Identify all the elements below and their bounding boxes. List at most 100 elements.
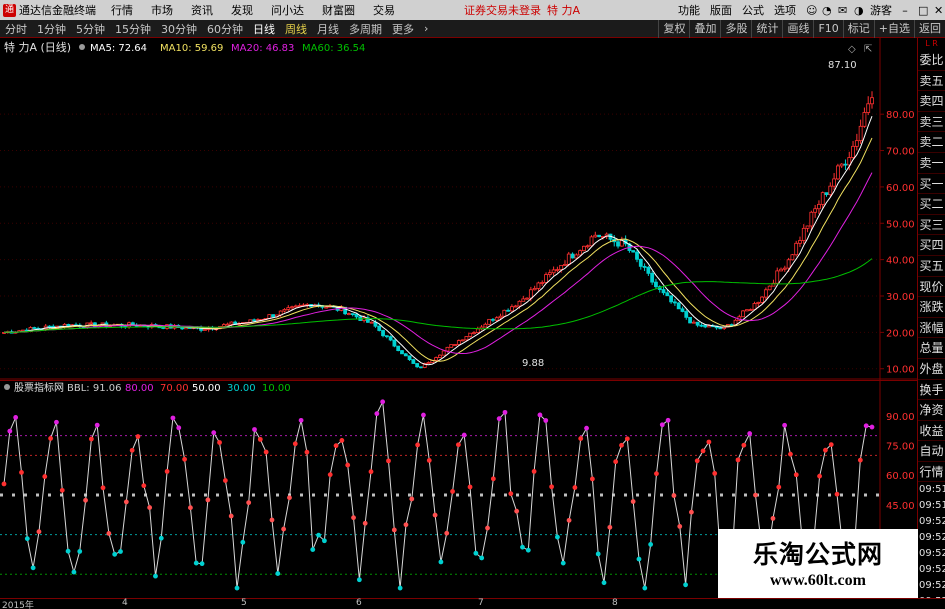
login-status[interactable]: 证券交易未登录 <box>464 2 541 18</box>
date-label: 6 <box>356 598 362 608</box>
panel-field[interactable]: 卖二 <box>918 132 945 153</box>
menu-wealth[interactable]: 财富圈 <box>313 2 364 18</box>
multi-stock-button[interactable]: 多股 <box>720 19 751 38</box>
candle-body <box>551 269 556 274</box>
overlay-button[interactable]: 叠加 <box>689 19 720 38</box>
panel-field[interactable]: 买三 <box>918 215 945 236</box>
close-icon[interactable]: ✕ <box>929 4 945 17</box>
panel-field[interactable]: 涨幅 <box>918 318 945 339</box>
tab-5min[interactable]: 5分钟 <box>71 21 110 37</box>
tab-60min[interactable]: 60分钟 <box>202 21 248 37</box>
skin-icon[interactable]: ◑ <box>849 4 865 17</box>
panel-field[interactable]: 卖五 <box>918 71 945 92</box>
tab-more[interactable]: 更多 <box>387 21 419 37</box>
panel-lr-toggle[interactable]: L R <box>918 38 945 50</box>
guest-label[interactable]: 游客 <box>865 2 897 18</box>
panel-field[interactable]: 净资 <box>918 400 945 421</box>
trade-time: 09:51 <box>919 484 945 496</box>
bbl-marker <box>36 529 42 535</box>
panel-field[interactable]: 卖三 <box>918 112 945 133</box>
tab-multi-period[interactable]: 多周期 <box>344 21 387 37</box>
tab-15min[interactable]: 15分钟 <box>110 21 156 37</box>
minimize-icon[interactable]: – <box>897 4 913 17</box>
candle-body <box>832 178 836 187</box>
tab-weekly[interactable]: 周线 <box>280 21 312 37</box>
bbl-marker <box>566 517 572 523</box>
candlestick-chart[interactable]: 80.00 70.00 60.00 50.00 40.00 30.00 20.00 10.00… <box>0 38 917 380</box>
menu-functions[interactable]: 功能 <box>673 2 705 18</box>
bbl-marker <box>706 439 712 445</box>
panel-field[interactable]: 外盘 <box>918 359 945 380</box>
back-button[interactable]: 返回 <box>914 19 945 38</box>
menu-market[interactable]: 市场 <box>142 2 182 18</box>
menu-layout[interactable]: 版面 <box>705 2 737 18</box>
panel-field[interactable]: 行情 <box>918 462 945 483</box>
bbl-marker <box>298 417 304 423</box>
candle-body <box>786 259 791 269</box>
mark-button[interactable]: 标记 <box>842 19 874 38</box>
panel-field[interactable]: 自动 <box>918 441 945 462</box>
stats-button[interactable]: 统计 <box>751 19 782 38</box>
mail-icon[interactable]: ✉ <box>833 4 849 17</box>
bbl-marker <box>624 436 630 442</box>
candle-body <box>229 321 234 325</box>
panel-field[interactable]: 卖四 <box>918 91 945 112</box>
menu-formula[interactable]: 公式 <box>737 2 769 18</box>
panel-field[interactable]: 委比 <box>918 50 945 71</box>
panel-field[interactable]: 总量 <box>918 338 945 359</box>
panel-field[interactable]: 收益 <box>918 421 945 442</box>
candle-body <box>820 192 825 205</box>
panel-field[interactable]: 换手 <box>918 380 945 401</box>
panel-field[interactable]: 买四 <box>918 235 945 256</box>
tab-intraday[interactable]: 分时 <box>0 21 32 37</box>
add-watchlist-button[interactable]: +自选 <box>873 19 914 38</box>
menu-options[interactable]: 选项 <box>769 2 801 18</box>
panel-field[interactable]: 涨跌 <box>918 297 945 318</box>
bbl-marker <box>555 534 560 540</box>
tab-daily[interactable]: 日线 <box>248 21 280 37</box>
candle-body <box>468 332 473 337</box>
candle-body <box>502 309 507 317</box>
tab-1min[interactable]: 1分钟 <box>32 21 71 37</box>
date-axis: 2015年 4 5 6 7 8 <box>0 598 945 609</box>
bbl-marker <box>601 580 607 586</box>
maximize-icon[interactable]: □ <box>913 4 929 17</box>
panel-field[interactable]: 卖一 <box>918 153 945 174</box>
menu-quotes[interactable]: 行情 <box>102 2 142 18</box>
tab-monthly[interactable]: 月线 <box>312 21 344 37</box>
bbl-marker <box>520 544 525 550</box>
menu-ask[interactable]: 问小达 <box>262 2 313 18</box>
bbl-marker <box>176 425 182 431</box>
draw-button[interactable]: 画线 <box>782 19 813 38</box>
panel-field[interactable]: 现价 <box>918 277 945 298</box>
chart-expand-icon[interactable]: ⇱ <box>864 44 872 55</box>
quote-side-panel: L R 委比 卖五 卖四 卖三 卖二 卖一 买一 买二 买三 买四 买五 现价 涨跌 涨幅 总量 外盘 换手 净资… <box>917 38 945 607</box>
menu-trade[interactable]: 交易 <box>364 2 404 18</box>
bbl-marker <box>642 585 648 591</box>
bbl-marker <box>322 538 327 544</box>
headset-icon[interactable]: ◔ <box>817 4 833 17</box>
chart-diamond-icon[interactable]: ◇ <box>848 44 856 55</box>
candle-body <box>566 253 571 265</box>
panel-field[interactable]: 买五 <box>918 256 945 277</box>
candle-body <box>597 234 601 238</box>
candle-body <box>809 211 814 227</box>
panel-field[interactable]: 买二 <box>918 194 945 215</box>
bbl-marker <box>508 491 514 497</box>
candle-body <box>578 250 583 256</box>
chart-settings-icon[interactable] <box>79 44 85 50</box>
candle-body <box>642 265 647 268</box>
menu-discover[interactable]: 发现 <box>222 2 262 18</box>
indicator-settings-icon[interactable] <box>4 384 10 390</box>
panel-field[interactable]: 买一 <box>918 174 945 195</box>
menu-news[interactable]: 资讯 <box>182 2 222 18</box>
chat-icon[interactable]: ☺ <box>801 4 817 17</box>
candle-body <box>32 327 37 329</box>
more-chevron-icon[interactable]: › <box>419 22 433 35</box>
tab-30min[interactable]: 30分钟 <box>156 21 202 37</box>
f10-button[interactable]: F10 <box>813 19 842 38</box>
adjust-button[interactable]: 复权 <box>658 19 689 38</box>
bbl-marker <box>450 489 455 494</box>
ma60-legend: MA60: 36.54 <box>302 43 365 54</box>
candle-body <box>411 359 416 364</box>
